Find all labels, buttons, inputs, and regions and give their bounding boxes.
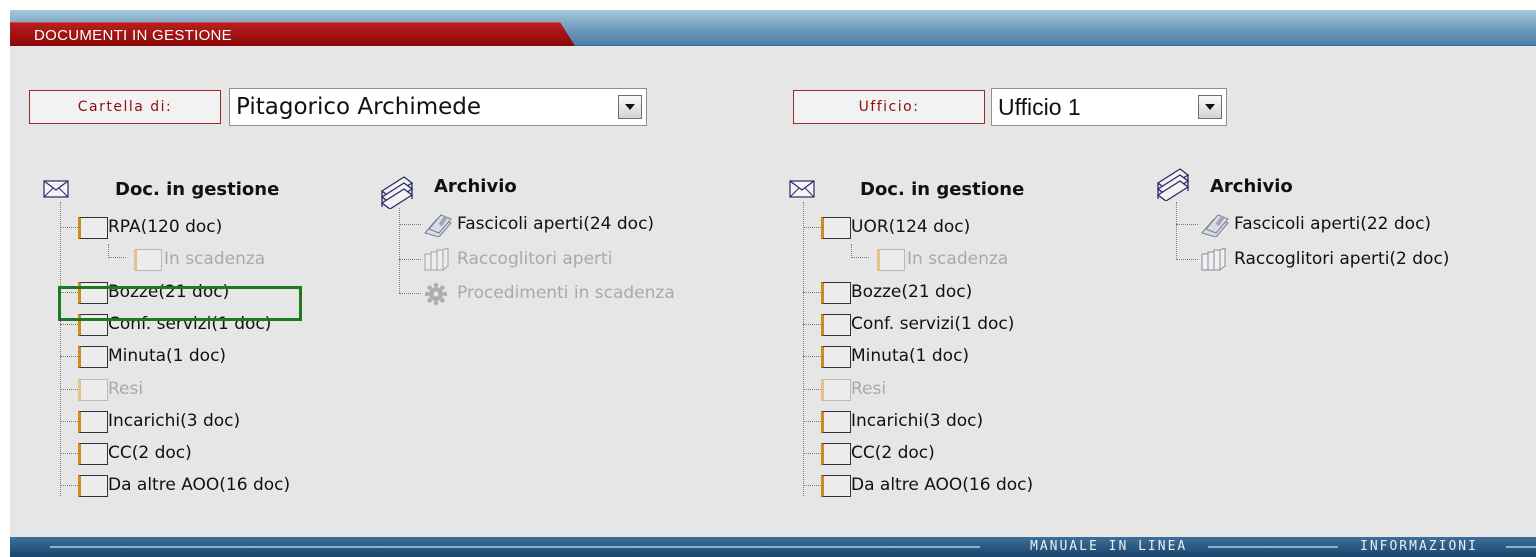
section-tab[interactable]: DOCUMENTI IN GESTIONE [10, 22, 575, 46]
archive-item-label: Fascicoli aperti(22 doc) [1234, 214, 1432, 234]
footer-bar: MANUALE IN LINEA INFORMAZIONI [10, 537, 1536, 557]
tree-line [60, 388, 78, 390]
archive-item-label: Raccoglitori aperti(2 doc) [1234, 248, 1450, 269]
tree-line [60, 202, 61, 496]
cartella-select[interactable]: Pitagorico Archimede [229, 88, 647, 126]
tree-line [851, 244, 869, 259]
info-link[interactable]: INFORMAZIONI [1360, 539, 1478, 554]
tree-line [60, 420, 78, 422]
folder-icon [821, 475, 851, 498]
tree-line [399, 224, 421, 225]
folder-icon [877, 249, 905, 272]
tree-item-label: Da altre AOO(16 doc) [108, 475, 291, 496]
header-bar: DOCUMENTI IN GESTIONE [10, 10, 1536, 46]
folder-icon [821, 346, 851, 369]
tree-item-label: UOR(124 doc) [851, 217, 971, 237]
folder-icon [821, 313, 851, 336]
tree-item-label: Incarichi(3 doc) [108, 410, 241, 431]
archive-item-label: Procedimenti in scadenza [457, 283, 675, 303]
gear-icon [421, 282, 455, 306]
tree-line [803, 485, 821, 487]
tree-line [803, 323, 821, 325]
tree-line [1176, 258, 1198, 260]
tree-item-label: Minuta(1 doc) [851, 346, 970, 367]
folder-icon [78, 443, 108, 466]
tree-item-label: Resi [851, 378, 887, 399]
archive-cabinet-icon [380, 176, 414, 209]
chevron-down-icon[interactable] [618, 95, 642, 119]
footer-divider [1208, 546, 1338, 548]
folder-icon [78, 475, 108, 498]
folder-icon [78, 346, 108, 369]
footer-divider [50, 546, 980, 548]
folder-icon [821, 217, 851, 239]
envelope-icon [43, 180, 69, 198]
tree-line [399, 208, 400, 293]
tree-line [803, 388, 821, 390]
footer-divider [1506, 546, 1536, 548]
tree-line [803, 202, 804, 496]
tree-line [108, 244, 126, 259]
archive-item-label: Fascicoli aperti(24 doc) [457, 214, 655, 234]
tree-line [1176, 224, 1198, 225]
tree-item-label: Bozze(21 doc) [108, 281, 230, 302]
folder-icon [134, 249, 162, 272]
tree-item-label: Conf. servizi(1 doc) [108, 313, 272, 334]
tree-item-label: Bozze(21 doc) [851, 281, 973, 302]
manual-link[interactable]: MANUALE IN LINEA [1030, 539, 1187, 554]
tree-line [60, 453, 78, 455]
folder-icon [821, 443, 851, 466]
tree-item-label: Conf. servizi(1 doc) [851, 313, 1015, 334]
tree-item-label: Minuta(1 doc) [108, 346, 227, 367]
binders-icon [1198, 246, 1232, 272]
tree-line [399, 258, 421, 260]
archive-item-label: Raccoglitori aperti [457, 248, 613, 269]
envelope-icon [789, 180, 815, 198]
ufficio-label: Ufficio: [793, 90, 985, 124]
archivio-title-right: Archivio [1210, 176, 1293, 197]
tree-item-label: CC(2 doc) [108, 443, 192, 464]
folder-icon [78, 378, 108, 401]
doc-in-gestione-title-right: Doc. in gestione [860, 179, 1025, 200]
tree-line [60, 291, 78, 293]
tree-line [60, 227, 78, 228]
doc-in-gestione-title-left: Doc. in gestione [115, 179, 280, 200]
tree-line [1176, 202, 1177, 258]
tree-item-label: RPA(120 doc) [108, 217, 223, 237]
folder-icon [78, 281, 108, 304]
cartella-select-value: Pitagorico Archimede [236, 94, 482, 120]
tree-line [803, 227, 821, 228]
folder-icon [78, 313, 108, 336]
tree-line [803, 420, 821, 422]
tree-item-label: Resi [108, 378, 144, 399]
binders-icon [421, 246, 455, 272]
cartella-label: Cartella di: [29, 90, 221, 124]
archivio-title-left: Archivio [434, 176, 517, 197]
main-panel: DOCUMENTI IN GESTIONE Cartella di: Pitag… [10, 10, 1536, 557]
tree-line [60, 485, 78, 487]
folder-icon [821, 378, 851, 401]
tree-item-label: In scadenza [164, 249, 266, 270]
tree-line [399, 293, 421, 294]
tree-item-label: Incarichi(3 doc) [851, 410, 984, 431]
ufficio-select[interactable]: Ufficio 1 [991, 88, 1227, 126]
folder-icon [821, 410, 851, 433]
tree-line [60, 356, 78, 358]
tree-item-label: CC(2 doc) [851, 443, 935, 464]
tree-line [803, 453, 821, 455]
tree-item-label: Da altre AOO(16 doc) [851, 475, 1034, 496]
folder-tools-icon [421, 213, 455, 238]
folder-tools-icon [1198, 213, 1232, 238]
folder-icon [78, 410, 108, 433]
folder-icon [78, 217, 108, 239]
tree-line [60, 323, 78, 325]
tree-line [803, 356, 821, 358]
folder-icon [821, 281, 851, 304]
archive-cabinet-icon [1156, 168, 1190, 201]
ufficio-select-value: Ufficio 1 [998, 94, 1081, 120]
tree-line [803, 291, 821, 293]
chevron-down-icon[interactable] [1198, 95, 1222, 119]
tree-item-label: In scadenza [907, 249, 1009, 270]
